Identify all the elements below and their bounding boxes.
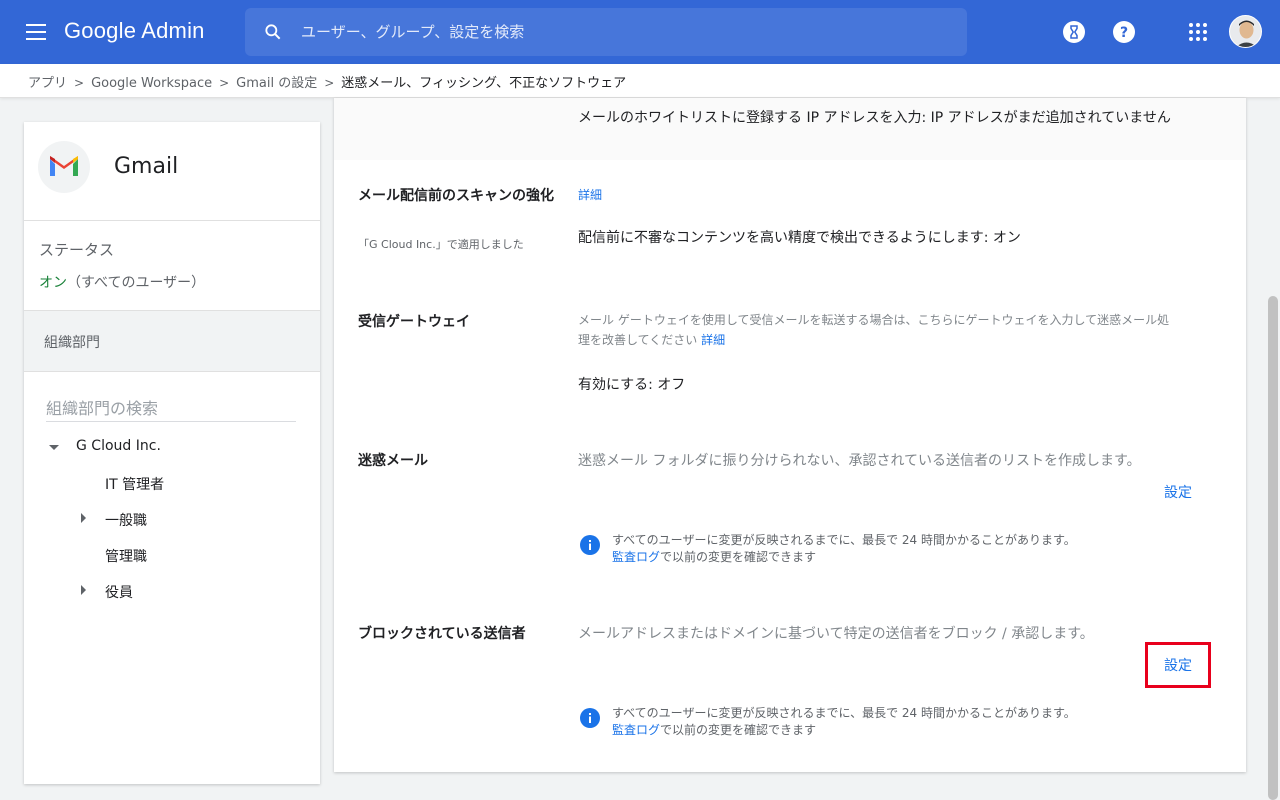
audit-log-link[interactable]: 監査ログ — [612, 550, 660, 564]
expand-right-icon[interactable] — [81, 513, 86, 523]
gateway-desc-line2: 理を改善してください — [578, 333, 698, 347]
tree-item-root[interactable]: G Cloud Inc. — [76, 438, 161, 454]
info-icon — [580, 708, 600, 728]
whitelist-value: メールのホワイトリストに登録する IP アドレスを入力: IP アドレスがまだ追… — [578, 110, 1171, 126]
spam-info-line1: すべてのユーザーに変更が反映されるまでに、最長で 24 時間かかることがあります… — [612, 533, 1076, 547]
expand-right-icon[interactable] — [81, 585, 86, 595]
google-admin-logo[interactable]: Google Admin — [64, 18, 205, 44]
hourglass-icon[interactable] — [1062, 20, 1086, 44]
help-icon[interactable]: ? — [1112, 20, 1136, 44]
divider — [24, 220, 320, 221]
apps-grid-icon[interactable] — [1186, 20, 1210, 44]
breadcrumb-apps[interactable]: アプリ — [28, 76, 67, 91]
page-scrollbar[interactable] — [1268, 296, 1278, 800]
blocked-info-line2: で以前の変更を確認できます — [660, 723, 817, 737]
tree-item-general[interactable]: 一般職 — [105, 510, 147, 530]
gateway-description: メール ゲートウェイを使用して受信メールを転送する場合は、こちらにゲートウェイを… — [578, 310, 1218, 350]
chevron-right-icon: > — [324, 76, 335, 90]
tree-item-managers[interactable]: 管理職 — [105, 546, 147, 566]
breadcrumb-gmail-settings[interactable]: Gmail の設定 — [236, 76, 317, 91]
svg-text:?: ? — [1120, 25, 1128, 41]
app-sidebar-card: Gmail ステータス オン（すべてのユーザー） 組織部門 G Cloud In… — [24, 122, 320, 784]
search-input[interactable] — [301, 8, 941, 56]
breadcrumb-bar: アプリ > Google Workspace > Gmail の設定 > 迷惑メール、フィッ… — [0, 64, 1280, 98]
spam-description: 迷惑メール フォルダに振り分けられない、承認されている送信者のリストを作成します… — [578, 453, 1141, 469]
top-app-bar: Google Admin ? — [0, 0, 1280, 64]
status-value: オン（すべてのユーザー） — [39, 272, 205, 292]
blocked-info-line1: すべてのユーザーに変更が反映されるまでに、最長で 24 時間かかることがあります… — [612, 706, 1076, 720]
org-unit-title: 組織部門 — [44, 335, 100, 351]
gmail-logo-icon — [38, 141, 90, 193]
spam-info-line2: で以前の変更を確認できます — [660, 550, 817, 564]
blocked-senders-title: ブロックされている送信者 — [358, 626, 526, 642]
breadcrumb-workspace[interactable]: Google Workspace — [91, 76, 212, 91]
chevron-right-icon: > — [74, 76, 85, 90]
search-bar[interactable] — [245, 8, 967, 56]
org-unit-header: 組織部門 — [24, 310, 320, 372]
status-label: ステータス — [39, 241, 115, 259]
gateway-desc-line1: メール ゲートウェイを使用して受信メールを転送する場合は、こちらにゲートウェイを… — [578, 313, 1170, 327]
tree-item-executives[interactable]: 役員 — [105, 582, 133, 602]
info-icon — [580, 535, 600, 555]
blocked-senders-description: メールアドレスまたはドメインに基づいて特定の送信者をブロック / 承認します。 — [578, 626, 1094, 642]
scan-subtitle: 「G Cloud Inc.」で適用しました — [358, 238, 524, 251]
gateway-value[interactable]: 有効にする: オフ — [578, 374, 685, 394]
gateway-details-link[interactable]: 詳細 — [701, 333, 725, 347]
status-scope: （すべてのユーザー） — [67, 275, 206, 291]
menu-icon[interactable] — [26, 24, 46, 40]
search-icon[interactable] — [263, 22, 283, 42]
spam-info: すべてのユーザーに変更が反映されるまでに、最長で 24 時間かかることがあります… — [612, 532, 1076, 566]
scan-value[interactable]: 配信前に不審なコンテンツを高い精度で検出できるようにします: オン — [578, 227, 1021, 247]
chevron-right-icon: > — [219, 76, 230, 90]
whitelist-section: メールのホワイトリストに登録する IP アドレスを入力: IP アドレスがまだ追… — [334, 98, 1246, 160]
blocked-senders-info: すべてのユーザーに変更が反映されるまでに、最長で 24 時間かかることがあります… — [612, 705, 1076, 739]
spam-title: 迷惑メール — [358, 453, 428, 469]
expand-down-icon[interactable] — [49, 445, 59, 450]
spam-settings-button[interactable]: 設定 — [1150, 482, 1206, 502]
settings-card: メールのホワイトリストに登録する IP アドレスを入力: IP アドレスがまだ追… — [334, 98, 1246, 772]
org-unit-search-input[interactable] — [46, 396, 296, 422]
tree-item-it-admin[interactable]: IT 管理者 — [105, 474, 164, 494]
gateway-title: 受信ゲートウェイ — [358, 314, 470, 330]
app-name: Gmail — [114, 154, 179, 179]
avatar[interactable] — [1229, 15, 1262, 48]
scan-title: メール配信前のスキャンの強化 — [358, 188, 554, 204]
breadcrumb: アプリ > Google Workspace > Gmail の設定 > 迷惑メール、フィッ… — [28, 72, 626, 91]
status-on: オン — [39, 275, 67, 291]
audit-log-link[interactable]: 監査ログ — [612, 723, 660, 737]
scan-details-link[interactable]: 詳細 — [578, 186, 602, 203]
highlight-box — [1145, 642, 1211, 688]
breadcrumb-current: 迷惑メール、フィッシング、不正なソフトウェア — [341, 76, 627, 91]
